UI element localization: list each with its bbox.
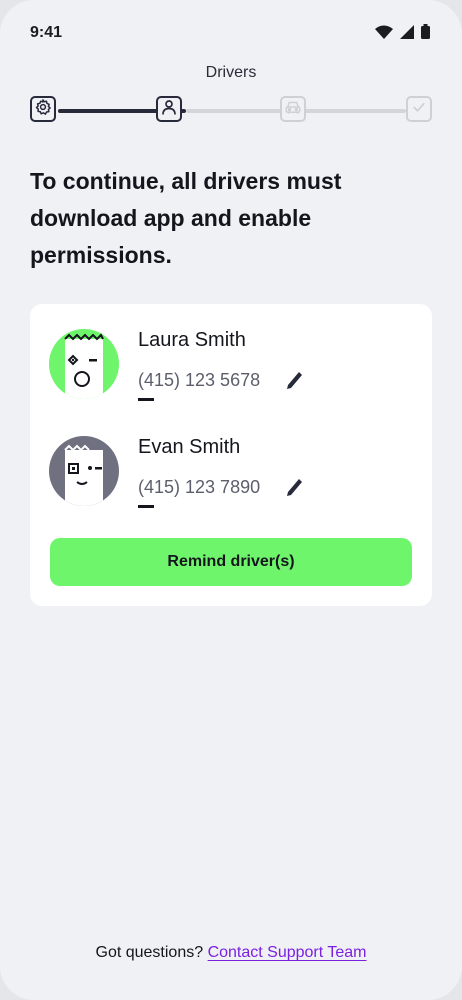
status-time: 9:41: [30, 24, 63, 41]
footer-question: Got questions?: [95, 944, 204, 961]
step-settings[interactable]: [30, 96, 56, 122]
battery-icon: [421, 24, 430, 44]
car-icon: [283, 98, 303, 121]
driver-phone: (415) 123 5678: [138, 370, 261, 390]
pencil-icon: [282, 479, 306, 503]
avatar: [49, 329, 119, 399]
pencil-icon: [282, 372, 306, 396]
wifi-icon: [375, 25, 393, 44]
signal-icon: [400, 24, 414, 44]
remind-drivers-button[interactable]: Remind driver(s): [50, 538, 412, 586]
page-title: Drivers: [205, 64, 257, 81]
avatar: [49, 436, 119, 506]
instructions-heading: To continue, all drivers must download a…: [30, 168, 342, 268]
input-underline: [138, 505, 154, 508]
step-complete[interactable]: [406, 96, 432, 122]
checkmark-icon: [410, 98, 428, 121]
support-footer: Got questions? Contact Support Team: [0, 944, 462, 962]
edit-phone-button[interactable]: [282, 475, 306, 499]
driver-name: Laura Smith: [138, 329, 246, 351]
driver-row: Evan Smith (415) 123 7890: [30, 433, 432, 533]
robot-avatar-icon: [64, 444, 103, 506]
driver-row: Laura Smith (415) 123 5678: [30, 326, 432, 426]
progress-stepper: [30, 96, 432, 126]
phone-screen: 9:41 Drivers To continue, all drivers mu…: [0, 0, 462, 1000]
status-icons: [375, 24, 430, 44]
robot-avatar-icon: [64, 333, 104, 399]
driver-phone: (415) 123 7890: [138, 477, 261, 497]
contact-support-link[interactable]: Contact Support Team: [208, 944, 367, 961]
edit-phone-button[interactable]: [282, 368, 306, 392]
gear-icon: [34, 98, 52, 121]
step-drivers[interactable]: [156, 96, 182, 122]
drivers-card: Laura Smith (415) 123 5678 Evan Smith (4…: [30, 304, 432, 606]
driver-name: Evan Smith: [138, 436, 241, 458]
step-vehicle[interactable]: [280, 96, 306, 122]
person-icon: [160, 98, 178, 121]
input-underline: [138, 398, 154, 401]
